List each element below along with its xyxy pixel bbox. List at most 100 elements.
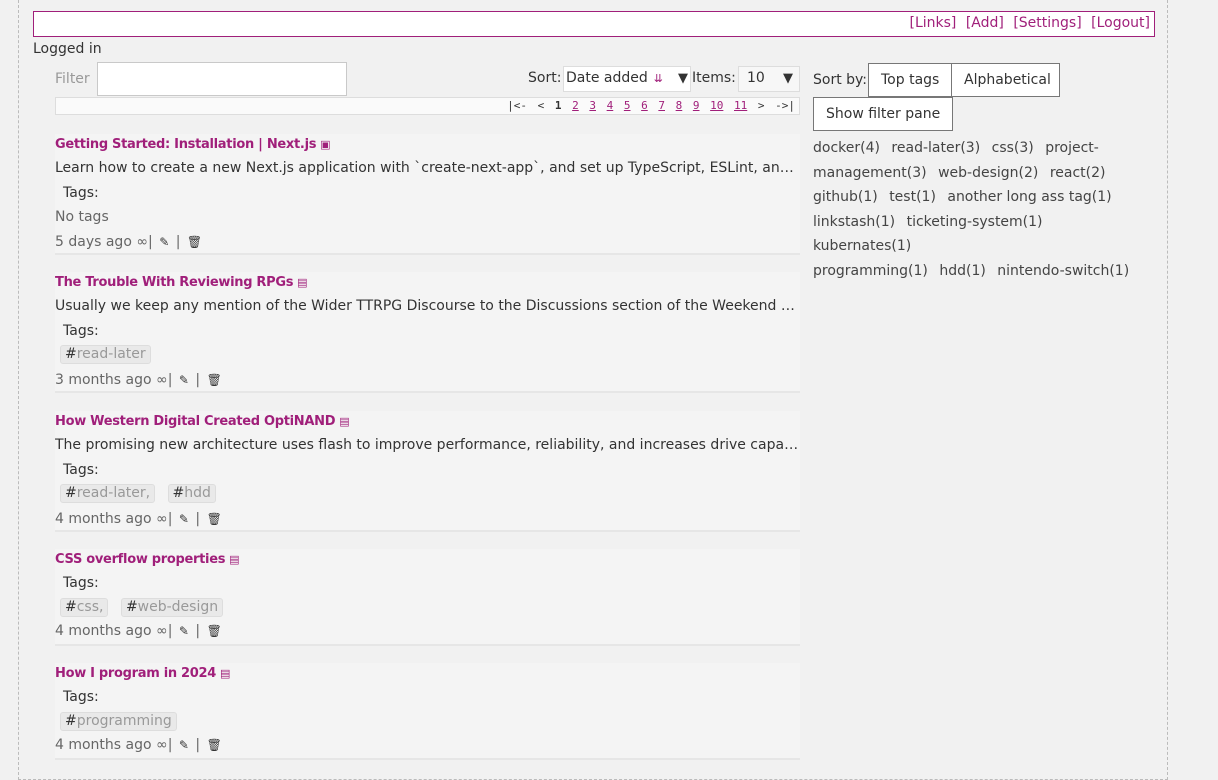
bookmark-meta: 5 days ago ∞| ✎ | 🗑	[55, 234, 204, 250]
items-select[interactable]: 10 ▼	[738, 66, 800, 92]
bookmark-age: 4 months ago	[55, 623, 152, 639]
items-value: 10	[747, 70, 765, 86]
bookmark-title-link[interactable]: How Western Digital Created OptiNAND	[55, 414, 336, 429]
bookmark-title-link[interactable]: The Trouble With Reviewing RPGs	[55, 275, 293, 290]
edit-icon[interactable]: ✎	[179, 373, 189, 387]
delete-icon[interactable]: 🗑	[207, 512, 222, 526]
page-link[interactable]: 5	[624, 99, 631, 112]
bookmark-meta: 4 months ago ∞| ✎ | 🗑	[55, 737, 224, 753]
bookmark-description: Usually we keep any mention of the Wider…	[55, 298, 800, 314]
top-nav-bar: [Links] [Add] [Settings] [Logout]	[33, 11, 1155, 37]
delete-icon[interactable]: 🗑	[207, 738, 222, 752]
sort-label: Sort:	[528, 70, 562, 86]
nav-settings-link[interactable]: [Settings]	[1013, 15, 1081, 31]
sort-select[interactable]: Date added ⇊ ▼	[563, 66, 691, 92]
filter-label: Filter	[55, 71, 90, 87]
separator: |	[175, 234, 181, 250]
separator: |	[195, 737, 201, 753]
tag-chip[interactable]: #css,	[60, 598, 109, 617]
permalink-icon[interactable]: ∞	[156, 372, 168, 388]
tag-cloud: docker(4) read-later(3) css(3) project-m…	[813, 136, 1153, 283]
bookmark-description: Learn how to create a new Next.js applic…	[55, 160, 800, 176]
tag-chip[interactable]: #web-design	[120, 598, 224, 617]
cloud-tag[interactable]: github(1)	[813, 189, 878, 205]
page-link[interactable]: 2	[572, 99, 579, 112]
login-status: Logged in	[33, 41, 102, 57]
cloud-tag[interactable]: linkstash(1)	[813, 214, 895, 230]
page-link[interactable]: 8	[676, 99, 683, 112]
cloud-tag[interactable]: css(3)	[992, 140, 1034, 156]
permalink-icon[interactable]: ∞	[136, 234, 148, 250]
separator: |	[195, 372, 201, 388]
dropdown-arrow-icon: ▼	[678, 71, 688, 86]
top-tags-button[interactable]: Top tags	[868, 63, 953, 97]
tag-chip[interactable]: #read-later	[60, 345, 151, 364]
delete-icon[interactable]: 🗑	[187, 235, 202, 249]
separator: |	[167, 372, 173, 388]
cloud-tag[interactable]: kubernates(1)	[813, 238, 911, 254]
pagination: |<- < 1 2 3 4 5 6 7 8 9 10 11 > ->|	[55, 97, 800, 115]
cloud-tag[interactable]: docker(4)	[813, 140, 880, 156]
show-filter-pane-button[interactable]: Show filter pane	[813, 97, 954, 131]
delete-icon[interactable]: 🗑	[207, 373, 222, 387]
tags-label: Tags:	[63, 575, 99, 591]
bookmark-item: How Western Digital Created OptiNAND ▤ Th…	[55, 411, 800, 532]
edit-icon[interactable]: ✎	[179, 738, 189, 752]
sort-desc-icon: ⇊	[653, 72, 663, 85]
cloud-tag[interactable]: ticketing-system(1)	[907, 214, 1043, 230]
page-prev[interactable]: <	[538, 99, 545, 112]
reader-icon[interactable]: ▤	[220, 667, 230, 680]
reader-icon[interactable]: ▤	[229, 553, 239, 566]
tag-chip[interactable]: #programming	[60, 712, 177, 731]
bookmark-age: 5 days ago	[55, 234, 132, 250]
bookmark-item: CSS overflow properties ▤ Tags: #css, #we…	[55, 549, 800, 646]
nav-logout-link[interactable]: [Logout]	[1091, 15, 1150, 31]
reader-icon[interactable]: ▤	[297, 276, 307, 289]
bookmark-title-link[interactable]: CSS overflow properties	[55, 552, 225, 567]
cloud-tag[interactable]: programming(1)	[813, 263, 928, 279]
bookmark-title-link[interactable]: Getting Started: Installation | Next.js	[55, 137, 316, 152]
cloud-tag[interactable]: another long ass tag(1)	[947, 189, 1111, 205]
page-current: 1	[554, 99, 562, 112]
page-link[interactable]: 11	[734, 99, 747, 112]
bookmark-age: 4 months ago	[55, 737, 152, 753]
sort-by-label: Sort by:	[813, 72, 868, 88]
cloud-tag[interactable]: nintendo-switch(1)	[997, 263, 1129, 279]
tag-chip[interactable]: #read-later,	[60, 484, 156, 503]
delete-icon[interactable]: 🗑	[207, 624, 222, 638]
tags-label: Tags:	[63, 689, 99, 705]
bookmark-title-link[interactable]: How I program in 2024	[55, 666, 216, 681]
tag-chip[interactable]: #hdd	[167, 484, 216, 503]
permalink-icon[interactable]: ∞	[156, 737, 168, 753]
reader-icon[interactable]: ▤	[339, 415, 349, 428]
archive-icon[interactable]: ▣	[320, 138, 330, 151]
cloud-tag[interactable]: test(1)	[889, 189, 936, 205]
cloud-tag[interactable]: react(2)	[1050, 165, 1106, 181]
page-link[interactable]: 9	[693, 99, 700, 112]
separator: |	[167, 623, 173, 639]
bookmark-item: Getting Started: Installation | Next.js ▣…	[55, 134, 800, 255]
page-link[interactable]: 7	[658, 99, 665, 112]
cloud-tag[interactable]: web-design(2)	[938, 165, 1038, 181]
cloud-tag[interactable]: read-later(3)	[891, 140, 980, 156]
edit-icon[interactable]: ✎	[179, 624, 189, 638]
page-next[interactable]: >	[758, 99, 765, 112]
edit-icon[interactable]: ✎	[159, 235, 169, 249]
cloud-tag[interactable]: hdd(1)	[939, 263, 985, 279]
bookmark-item: How I program in 2024 ▤ Tags: #programmin…	[55, 663, 800, 760]
permalink-icon[interactable]: ∞	[156, 623, 168, 639]
filter-input[interactable]	[97, 62, 347, 96]
page-first[interactable]: |<-	[507, 99, 527, 112]
nav-links-link[interactable]: [Links]	[910, 15, 957, 31]
page-last[interactable]: ->|	[775, 99, 795, 112]
separator: |	[167, 511, 173, 527]
page-link[interactable]: 10	[710, 99, 723, 112]
page-link[interactable]: 6	[641, 99, 648, 112]
page-link[interactable]: 3	[589, 99, 596, 112]
edit-icon[interactable]: ✎	[179, 512, 189, 526]
separator: |	[148, 234, 153, 250]
nav-add-link[interactable]: [Add]	[966, 15, 1004, 31]
permalink-icon[interactable]: ∞	[156, 511, 168, 527]
page-link[interactable]: 4	[607, 99, 614, 112]
alphabetical-button[interactable]: Alphabetical	[951, 63, 1060, 97]
